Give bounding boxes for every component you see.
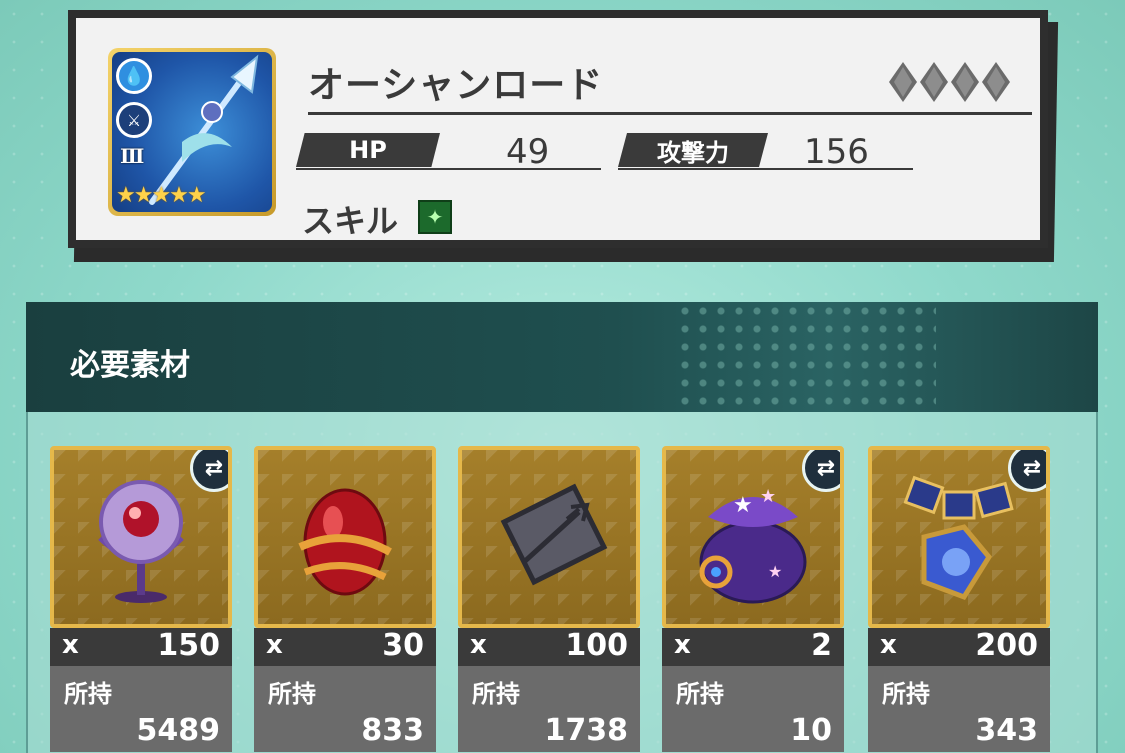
atk-value: 156 bbox=[804, 132, 869, 172]
skill-icon[interactable]: ✦ bbox=[418, 200, 452, 234]
limit-break-diamond-icon bbox=[920, 62, 948, 102]
swap-arrows-icon[interactable]: ⇄ bbox=[802, 450, 840, 492]
owned-label: 所持 bbox=[268, 680, 316, 708]
weapon-art: 💧 ⚔ Ⅲ ★★★★★ bbox=[112, 52, 272, 212]
required-value: 2 bbox=[811, 628, 832, 663]
limit-break-diamond-icon bbox=[982, 62, 1010, 102]
star-pouch-icon: ★ ★ ★ bbox=[699, 486, 807, 604]
owned-quantity: 所持 5489 bbox=[50, 666, 232, 752]
owned-value: 1738 bbox=[544, 713, 629, 748]
trident-plate-icon bbox=[500, 483, 608, 586]
svg-text:★: ★ bbox=[733, 493, 753, 518]
weapon-card: 💧 ⚔ Ⅲ ★★★★★ オーシャンロード HP 49 攻撃力 156 スキル ✦ bbox=[68, 10, 1048, 248]
quantity-prefix: x bbox=[674, 630, 691, 660]
header-dots-decoration bbox=[676, 302, 936, 412]
quantity-prefix: x bbox=[880, 630, 897, 660]
limit-break-diamond-icon bbox=[951, 62, 979, 102]
required-quantity: x 150 bbox=[50, 628, 232, 666]
owned-value: 343 bbox=[975, 713, 1038, 748]
material-item[interactable]: ⇄ x 200 所持 343 bbox=[868, 446, 1050, 752]
required-quantity: x 200 bbox=[868, 628, 1050, 666]
svg-text:★: ★ bbox=[768, 562, 782, 581]
materials-title: 必要素材 bbox=[70, 348, 190, 383]
atk-label: 攻撃力 bbox=[618, 133, 768, 167]
owned-label: 所持 bbox=[882, 680, 930, 708]
material-item[interactable]: ★ ★ ★ ⇄ x 2 所持 10 bbox=[662, 446, 844, 752]
quantity-prefix: x bbox=[266, 630, 283, 660]
required-quantity: x 100 bbox=[458, 628, 640, 666]
owned-quantity: 所持 1738 bbox=[458, 666, 640, 752]
quantity-prefix: x bbox=[470, 630, 487, 660]
material-item[interactable]: x 30 所持 833 bbox=[254, 446, 436, 752]
material-frame[interactable]: ⇄ bbox=[50, 446, 232, 628]
purple-orb-icon bbox=[98, 480, 184, 603]
required-value: 30 bbox=[382, 628, 424, 663]
hp-value: 49 bbox=[506, 132, 550, 172]
material-frame[interactable]: ★ ★ ★ ⇄ bbox=[662, 446, 844, 628]
quantity-prefix: x bbox=[62, 630, 79, 660]
owned-quantity: 所持 343 bbox=[868, 666, 1050, 752]
spear-icon: ⚔ bbox=[116, 102, 152, 138]
atk-underline bbox=[618, 168, 913, 170]
swap-arrows-icon[interactable]: ⇄ bbox=[1008, 450, 1046, 492]
required-quantity: x 2 bbox=[662, 628, 844, 666]
rank-label: Ⅲ bbox=[120, 144, 145, 168]
required-value: 150 bbox=[157, 628, 220, 663]
material-item[interactable]: x 100 所持 1738 bbox=[458, 446, 640, 752]
svg-text:★: ★ bbox=[760, 486, 776, 507]
blue-amulet-icon bbox=[903, 475, 1014, 601]
water-drop-icon: 💧 bbox=[116, 58, 152, 94]
material-item[interactable]: ⇄ x 150 所持 5489 bbox=[50, 446, 232, 752]
rarity-stars: ★★★★★ bbox=[116, 183, 207, 208]
required-value: 100 bbox=[565, 628, 628, 663]
owned-label: 所持 bbox=[64, 680, 112, 708]
red-egg-icon bbox=[298, 488, 392, 596]
material-frame[interactable] bbox=[458, 446, 640, 628]
limit-break-diamond-icon bbox=[889, 62, 917, 102]
owned-value: 10 bbox=[790, 713, 832, 748]
owned-value: 833 bbox=[361, 713, 424, 748]
owned-quantity: 所持 10 bbox=[662, 666, 844, 752]
material-frame[interactable]: ⇄ bbox=[868, 446, 1050, 628]
name-underline bbox=[308, 112, 1032, 115]
owned-value: 5489 bbox=[136, 713, 221, 748]
hp-label: HP bbox=[296, 133, 440, 167]
owned-label: 所持 bbox=[676, 680, 724, 708]
swap-arrows-icon[interactable]: ⇄ bbox=[190, 450, 228, 492]
hp-underline bbox=[296, 168, 601, 170]
weapon-thumbnail[interactable]: 💧 ⚔ Ⅲ ★★★★★ bbox=[108, 48, 276, 216]
material-frame[interactable] bbox=[254, 446, 436, 628]
owned-label: 所持 bbox=[472, 680, 520, 708]
owned-quantity: 所持 833 bbox=[254, 666, 436, 752]
required-value: 200 bbox=[975, 628, 1038, 663]
skill-label: スキル bbox=[302, 202, 399, 240]
required-quantity: x 30 bbox=[254, 628, 436, 666]
weapon-name: オーシャンロード bbox=[308, 65, 604, 106]
limit-break-indicator bbox=[889, 62, 1010, 102]
